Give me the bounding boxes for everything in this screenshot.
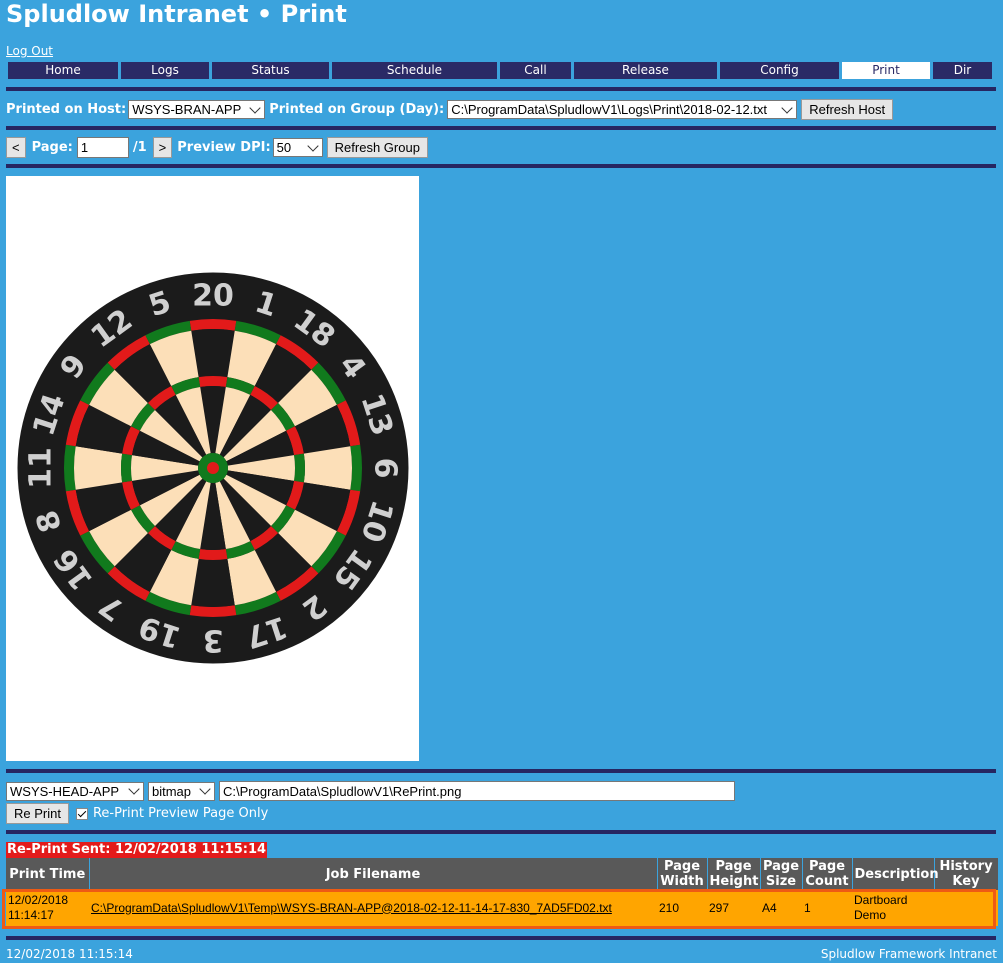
host-select-value: WSYS-BRAN-APP [132, 102, 242, 117]
job-filename-link[interactable]: C:\ProgramData\SpludlowV1\Temp\WSYS-BRAN… [91, 901, 612, 915]
divider [6, 126, 996, 130]
nav-release[interactable]: Release [574, 62, 717, 79]
column-header[interactable]: Page Count [802, 858, 853, 890]
group-label: Printed on Group (Day): [269, 102, 445, 117]
chevron-down-icon [128, 783, 140, 795]
prev-page-button[interactable]: < [6, 137, 26, 158]
footer-timestamp: 12/02/2018 11:15:14 [6, 947, 133, 961]
outer-single-segment [74, 446, 123, 490]
reprint-action-row: Re Print Re-Print Preview Page Only [6, 803, 268, 824]
reprint-host-select[interactable]: WSYS-HEAD-APP [6, 781, 144, 801]
page-height-cell: 297 [707, 890, 760, 926]
chevron-down-icon [249, 101, 261, 114]
group-select[interactable]: C:\ProgramData\SpludlowV1\Logs\Print\201… [447, 100, 798, 119]
reprint-format-value: bitmap [152, 783, 192, 799]
reprint-row: WSYS-HEAD-APP bitmap C:\ProgramData\Splu… [6, 781, 735, 801]
description-cell: Dartboard Demo [852, 890, 934, 926]
double-ring-segment [189, 605, 237, 617]
history-key-cell [934, 890, 998, 926]
print-time-cell: 12/02/2018 11:14:17 [6, 890, 89, 926]
reprint-sent-banner: Re-Print Sent: 12/02/2018 11:15:14 [6, 842, 268, 858]
nav-logs[interactable]: Logs [121, 62, 209, 79]
footer-brand: Spludlow Framework Intranet [820, 947, 997, 961]
nav-status[interactable]: Status [212, 62, 329, 79]
reprint-path-input[interactable]: C:\ProgramData\SpludlowV1\RePrint.png [219, 781, 735, 801]
reprint-page-only-checkbox[interactable] [75, 807, 88, 820]
nav-call[interactable]: Call [500, 62, 571, 79]
double-ring-segment [64, 444, 76, 492]
treble-ring-segment [198, 376, 228, 388]
reprint-page-only-label: Re-Print Preview Page Only [92, 806, 269, 821]
host-row: Printed on Host: WSYS-BRAN-APP Printed o… [6, 99, 894, 120]
print-preview: 20 1 18 4 13 6 10 15 2 17 3 19 7 16 8 11 14 9 12 5 [6, 176, 419, 761]
page-label: Page: [31, 140, 73, 155]
divider [6, 830, 996, 834]
column-header[interactable]: Job Filename [89, 858, 658, 890]
dartboard-number: 3 [203, 623, 224, 658]
page-row: < Page: 1 /1 > Preview DPI: 50 Refresh G… [6, 137, 428, 158]
page-total: /1 [132, 140, 147, 155]
logout-link[interactable]: Log Out [6, 44, 53, 58]
double-ring-segment [189, 319, 237, 331]
dpi-label: Preview DPI: [177, 140, 271, 155]
divider [6, 87, 996, 91]
next-page-button[interactable]: > [152, 137, 173, 158]
outer-single-segment [191, 329, 235, 378]
divider [6, 164, 996, 168]
dartboard-number: 20 [192, 279, 234, 314]
host-select[interactable]: WSYS-BRAN-APP [128, 100, 266, 119]
reprint-format-select[interactable]: bitmap [148, 781, 215, 801]
bullseye [207, 462, 219, 474]
reprint-host-value: WSYS-HEAD-APP [10, 783, 120, 799]
chevron-down-icon [781, 101, 793, 114]
divider [6, 769, 996, 773]
divider [6, 936, 996, 940]
treble-ring-segment [198, 548, 228, 560]
nav-dir[interactable]: Dir [933, 62, 992, 79]
outer-single-segment [303, 446, 352, 490]
page-count-cell: 1 [802, 890, 852, 926]
column-header[interactable]: Description [852, 858, 939, 890]
nav-schedule[interactable]: Schedule [332, 62, 497, 79]
treble-ring-segment [293, 453, 306, 483]
refresh-group-button[interactable]: Refresh Group [326, 137, 428, 158]
column-header[interactable]: Page Width [657, 858, 708, 890]
table-row[interactable]: 12/02/2018 11:14:17 C:\ProgramData\Splud… [6, 890, 998, 926]
nav-home[interactable]: Home [8, 62, 118, 79]
refresh-host-button[interactable]: Refresh Host [801, 99, 894, 120]
dartboard-image: 20 1 184136101521731971681114912 5 [16, 271, 410, 665]
chevron-down-icon [307, 139, 319, 152]
dpi-select-value: 50 [276, 140, 292, 155]
column-header[interactable]: History Key [934, 858, 999, 890]
nav-print[interactable]: Print [842, 62, 930, 79]
page-width-cell: 210 [657, 890, 707, 926]
table-header-row: Print Time Job Filename Page Width Page … [6, 858, 999, 890]
group-select-value: C:\ProgramData\SpludlowV1\Logs\Print\201… [451, 102, 768, 117]
treble-ring-segment [121, 453, 133, 483]
dpi-select[interactable]: 50 [272, 138, 323, 157]
column-header[interactable]: Page Height [707, 858, 761, 890]
outer-single-segment [191, 558, 235, 607]
chevron-down-icon [199, 783, 211, 795]
page-title: Spludlow Intranet • Print [6, 0, 347, 28]
nav-config[interactable]: Config [720, 62, 839, 79]
main-nav: Home Logs Status Schedule Call Release C… [8, 62, 995, 79]
page-size-cell: A4 [760, 890, 802, 926]
print-jobs-table: Print Time Job Filename Page Width Page … [6, 858, 999, 926]
job-filename-cell: C:\ProgramData\SpludlowV1\Temp\WSYS-BRAN… [89, 890, 657, 926]
dartboard-number: 11 [24, 447, 59, 489]
dartboard-number: 6 [368, 458, 403, 479]
page-input[interactable]: 1 [76, 137, 129, 158]
host-label: Printed on Host: [6, 102, 127, 117]
reprint-button[interactable]: Re Print [6, 803, 69, 824]
column-header[interactable]: Print Time [6, 858, 90, 890]
double-ring-segment [350, 444, 362, 492]
column-header[interactable]: Page Size [760, 858, 803, 890]
